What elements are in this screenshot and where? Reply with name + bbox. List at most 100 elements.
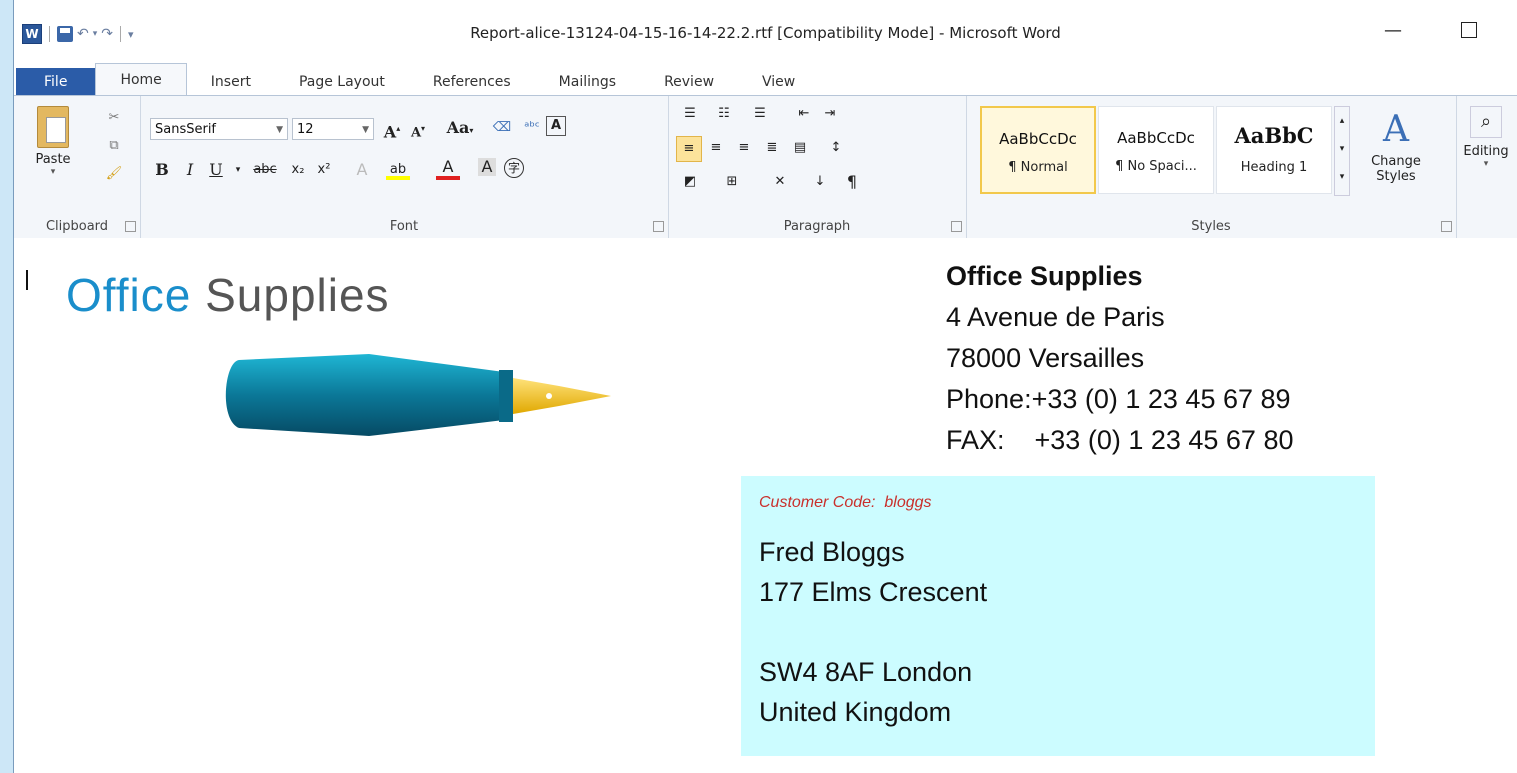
editing-dropdown-icon: ▾	[1483, 159, 1489, 169]
company-address: Office Supplies 4 Avenue de Paris 78000 …	[946, 256, 1293, 461]
customer-code: Customer Code: bloggs	[759, 494, 932, 511]
company-city: 78000 Versailles	[946, 343, 1145, 373]
asian-layout-icon[interactable]: ✕	[768, 170, 792, 194]
font-color-icon[interactable]: A	[436, 158, 460, 180]
enclose-characters-icon[interactable]: 字	[504, 158, 524, 178]
fountain-pen-icon	[225, 354, 611, 436]
format-painter-icon[interactable]: 🖌	[102, 162, 126, 186]
editing-label: Editing	[1463, 144, 1509, 159]
highlight-icon[interactable]: ab	[386, 158, 410, 180]
paragraph-launcher-icon[interactable]	[951, 221, 962, 232]
sort-icon[interactable]: ↓	[808, 170, 832, 194]
maximize-button[interactable]	[1461, 22, 1477, 38]
multilevel-list-icon[interactable]: ☰	[748, 102, 772, 126]
text-cursor	[26, 270, 28, 290]
tab-insert[interactable]: Insert	[187, 68, 275, 96]
tab-page-layout[interactable]: Page Layout	[275, 68, 409, 96]
font-launcher-icon[interactable]	[653, 221, 664, 232]
phonetic-guide-icon[interactable]: ᵃᵇᶜ	[520, 116, 544, 140]
font-group-label: Font	[389, 219, 419, 234]
tab-mailings[interactable]: Mailings	[535, 68, 640, 96]
tab-review[interactable]: Review	[640, 68, 738, 96]
borders-icon[interactable]: ⊞	[720, 170, 744, 194]
change-case-label: Aa	[446, 118, 470, 137]
style-name: ¶ No Spaci...	[1115, 159, 1197, 174]
customer-blank-line	[759, 612, 987, 652]
tab-file[interactable]: File	[16, 68, 96, 96]
tab-home[interactable]: Home	[95, 63, 187, 96]
font-family-select[interactable]: SansSerif ▼	[150, 118, 288, 140]
change-styles-button[interactable]: A Change Styles	[1366, 106, 1426, 184]
style-sample: AaBbC	[1234, 123, 1314, 148]
align-center-icon[interactable]: ≡	[704, 136, 728, 160]
show-formatting-marks-icon[interactable]: ¶	[840, 170, 864, 194]
subscript-icon[interactable]: x₂	[286, 158, 310, 182]
customer-street: 177 Elms Crescent	[759, 577, 988, 607]
customer-address-box: Customer Code: bloggs Fred Bloggs 177 El…	[741, 476, 1375, 756]
company-street: 4 Avenue de Paris	[946, 302, 1165, 332]
distributed-icon[interactable]: ▤	[788, 136, 812, 160]
style-name: Heading 1	[1240, 160, 1308, 175]
align-left-icon[interactable]: ≡	[676, 136, 702, 162]
styles-launcher-icon[interactable]	[1441, 221, 1452, 232]
bold-icon[interactable]: B	[150, 158, 174, 182]
line-spacing-icon[interactable]: ↕	[824, 136, 848, 160]
styles-group: AaBbCcDc ¶ Normal AaBbCcDc ¶ No Spaci...…	[966, 96, 1457, 238]
window-title: Report-alice-13124-04-15-16-14-22.2.rtf …	[470, 24, 1061, 42]
style-sample: AaBbCcDc	[999, 130, 1077, 148]
company-phone: Phone:+33 (0) 1 23 45 67 89	[946, 384, 1291, 414]
text-effects-icon[interactable]: A	[350, 158, 374, 182]
customer-country: United Kingdom	[759, 697, 952, 727]
justify-icon[interactable]: ≣	[760, 136, 784, 160]
font-size-select[interactable]: 12 ▼	[292, 118, 374, 140]
style-heading-1[interactable]: AaBbC Heading 1	[1216, 106, 1332, 194]
style-name: ¶ Normal	[1008, 160, 1068, 175]
editing-button[interactable]: ⌕ Editing ▾	[1456, 106, 1516, 169]
numbering-icon[interactable]: ☷	[712, 102, 736, 126]
change-case-icon[interactable]: Aa▾	[440, 116, 480, 140]
paste-label: Paste	[35, 152, 71, 167]
binoculars-icon: ⌕	[1470, 106, 1502, 138]
shrink-font-icon[interactable]: A▾	[406, 116, 430, 140]
character-border-icon[interactable]: A	[546, 116, 566, 136]
strikethrough-icon[interactable]: abc	[250, 158, 280, 182]
change-styles-icon: A	[1383, 109, 1409, 150]
minimize-button[interactable]: —	[1384, 20, 1402, 41]
tab-references[interactable]: References	[409, 68, 535, 96]
grow-font-icon[interactable]: A▴	[380, 116, 404, 141]
superscript-icon[interactable]: x²	[312, 158, 336, 182]
underline-dropdown-icon[interactable]: ▾	[226, 158, 250, 182]
underline-icon[interactable]: U	[204, 158, 228, 182]
decrease-indent-icon[interactable]: ⇤	[792, 102, 816, 126]
styles-group-label: Styles	[1191, 219, 1231, 234]
change-styles-label: Change Styles	[1371, 154, 1421, 184]
copy-icon[interactable]: ⧉	[102, 134, 126, 158]
style-no-spacing[interactable]: AaBbCcDc ¶ No Spaci...	[1098, 106, 1214, 194]
shading-icon[interactable]: ◩	[678, 170, 702, 194]
paragraph-group-label: Paragraph	[783, 219, 851, 234]
italic-icon[interactable]: I	[178, 158, 202, 182]
logo-word-supplies: Supplies	[205, 269, 390, 321]
customer-address: Fred Bloggs 177 Elms Crescent SW4 8AF Lo…	[759, 532, 987, 732]
font-family-value: SansSerif	[155, 122, 217, 137]
tab-view[interactable]: View	[738, 68, 819, 96]
character-shading-icon[interactable]: A	[478, 158, 496, 176]
paste-button[interactable]: Paste ▾	[28, 106, 78, 177]
font-group: SansSerif ▼ 12 ▼ A▴ A▾ Aa▾ ⌫ ᵃᵇᶜ A B I U…	[140, 96, 669, 238]
styles-scroll-icon[interactable]: ▴ ▾ ▾	[1334, 106, 1350, 196]
cut-icon[interactable]: ✂	[102, 106, 126, 130]
company-logo: Office Supplies	[66, 268, 390, 322]
paragraph-group: ☰ ☷ ☰ ⇤ ⇥ ≡ ≡ ≡ ≣ ▤ ↕ ◩ ⊞ ✕ ↓ ¶ Paragrap…	[668, 96, 967, 238]
bullets-icon[interactable]: ☰	[678, 102, 702, 126]
clear-formatting-icon[interactable]: ⌫	[490, 116, 514, 140]
clipboard-group-label: Clipboard	[45, 219, 109, 234]
company-name: Office Supplies	[946, 261, 1143, 291]
customer-name: Fred Bloggs	[759, 537, 905, 567]
paste-dropdown-icon: ▾	[50, 167, 56, 177]
paste-icon	[37, 106, 69, 148]
increase-indent-icon[interactable]: ⇥	[818, 102, 842, 126]
align-right-icon[interactable]: ≡	[732, 136, 756, 160]
clipboard-launcher-icon[interactable]	[125, 221, 136, 232]
style-normal[interactable]: AaBbCcDc ¶ Normal	[980, 106, 1096, 194]
customer-city: SW4 8AF London	[759, 657, 973, 687]
